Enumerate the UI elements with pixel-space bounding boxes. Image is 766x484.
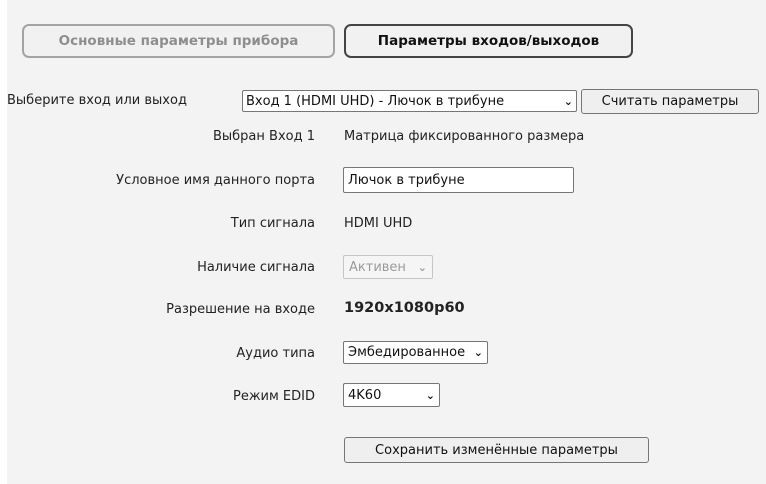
save-button[interactable]: Сохранить изменённые параметры [344,437,649,463]
signal-presence-select: Активен ⌄ [343,255,433,279]
port-select-value: Вход 1 (HDMI UHD) - Лючок в трибуне [246,93,505,109]
signal-type-value: HDMI UHD [344,216,413,231]
chevron-down-icon: ⌄ [473,346,483,359]
edid-select[interactable]: 4K60 ⌄ [343,383,440,407]
selected-port-value: Матрица фиксированного размера [344,129,585,144]
audio-label: Аудио типа [236,346,315,361]
chevron-down-icon: ⌄ [563,94,573,108]
signal-presence-label: Наличие сигнала [197,260,315,275]
selected-port-label: Выбран Вход 1 [212,129,315,144]
resolution-label: Разрешение на входе [166,302,315,317]
port-name-label: Условное имя данного порта [116,173,315,188]
settings-panel [7,0,766,484]
resolution-value: 1920x1080p60 [344,300,465,316]
signal-presence-value: Активен [349,259,406,275]
port-name-input[interactable]: Лючок в трибуне [343,167,574,193]
port-select[interactable]: Вход 1 (HDMI UHD) - Лючок в трибуне ⌄ [242,90,577,112]
edid-label: Режим EDID [232,389,315,404]
read-params-button[interactable]: Считать параметры [581,89,759,114]
port-select-label: Выберите вход или выход [7,93,187,108]
audio-select[interactable]: Эмбедированное ⌄ [343,341,488,364]
chevron-down-icon: ⌄ [417,260,427,274]
edid-value: 4K60 [348,387,382,403]
port-name-value: Лючок в трибуне [348,172,465,188]
signal-type-label: Тип сигнала [230,216,315,231]
tab-io-params[interactable]: Параметры входов/выходов [344,24,633,58]
chevron-down-icon: ⌄ [425,388,435,402]
tab-device-params[interactable]: Основные параметры прибора [22,24,335,58]
audio-value: Эмбедированное [348,345,466,360]
